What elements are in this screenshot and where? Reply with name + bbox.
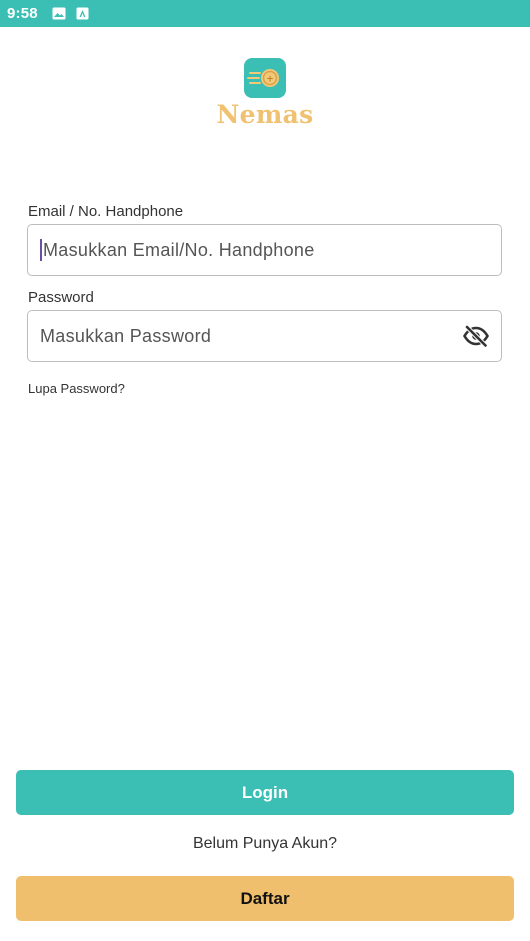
email-label: Email / No. Handphone [28,203,184,220]
email-field[interactable]: Masukkan Email/No. Handphone [27,224,502,276]
no-account-text: Belum Punya Akun? [192,835,338,852]
brand-name: Nemas [216,100,314,129]
eye-off-icon[interactable] [463,323,489,349]
password-field[interactable]: Masukkan Password [27,310,502,362]
status-bar: 9:58 [0,0,530,27]
login-button[interactable]: Login [16,770,514,815]
status-time: 9:58 [7,5,38,22]
brand-logo: + Nemas [0,58,530,129]
register-button[interactable]: Daftar [16,876,514,921]
forgot-password-link[interactable]: Lupa Password? [28,381,125,396]
email-placeholder: Masukkan Email/No. Handphone [43,239,315,260]
image-icon [52,7,66,20]
password-placeholder: Masukkan Password [40,325,212,346]
coin-icon: + [244,58,286,98]
password-label: Password [28,289,94,306]
app-notification-icon [76,7,90,20]
text-cursor [40,239,42,261]
svg-text:+: + [266,75,274,85]
